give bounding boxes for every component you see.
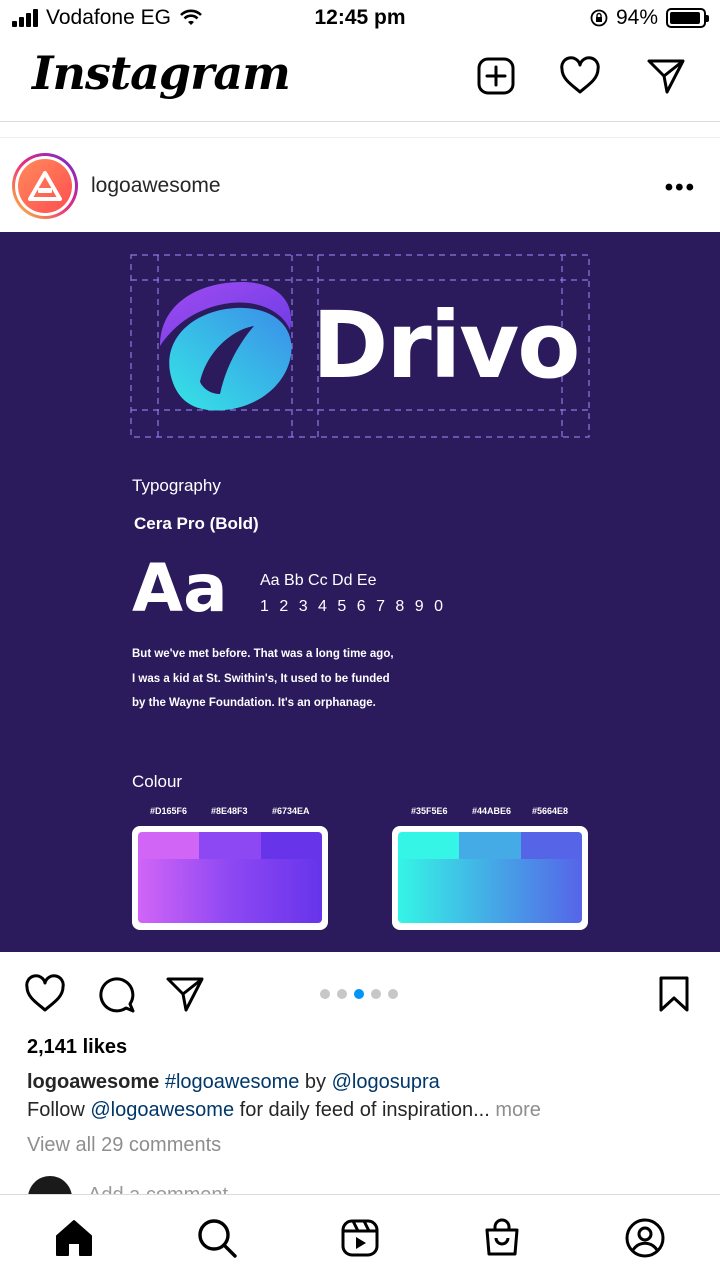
carousel-dot xyxy=(337,989,347,999)
colour-label: Colour xyxy=(132,772,183,791)
status-bar: Vodafone EG 12:45 pm 94% xyxy=(0,0,720,38)
likes-count[interactable]: 2,141 likes xyxy=(27,1036,127,1059)
like-icon[interactable] xyxy=(23,972,67,1016)
account-logo-icon xyxy=(28,171,62,201)
sample-line: But we've met before. That was a long ti… xyxy=(132,648,394,660)
caption-more-link[interactable]: more xyxy=(495,1099,541,1121)
instagram-logo[interactable]: Instagram xyxy=(32,46,291,100)
battery-group: 94% xyxy=(590,6,709,30)
caption-follow-prefix: Follow xyxy=(27,1099,85,1121)
app-header: Instagram xyxy=(0,38,720,122)
carousel-indicator xyxy=(320,989,398,999)
new-post-icon[interactable] xyxy=(474,54,518,98)
caption-credit[interactable]: @logosupra xyxy=(332,1071,440,1093)
palette-card-purple xyxy=(132,826,328,930)
profile-icon[interactable] xyxy=(622,1215,668,1261)
caption-line-1: logoawesome #logoawesome by @logosupra xyxy=(27,1071,440,1094)
caption-hashtag[interactable]: #logoawesome xyxy=(165,1071,300,1093)
battery-icon xyxy=(666,8,709,28)
heart-icon[interactable] xyxy=(558,54,602,98)
add-comment-input[interactable]: Add a comment... xyxy=(88,1184,245,1194)
swatch-code: #8E48F3 xyxy=(211,806,248,816)
bookmark-icon[interactable] xyxy=(652,972,696,1016)
post-username[interactable]: logoawesome xyxy=(91,174,221,198)
drivo-logo-icon xyxy=(160,282,292,411)
direct-message-icon[interactable] xyxy=(644,54,688,98)
bottom-nav xyxy=(0,1194,720,1280)
swatch-code: #35F5E6 xyxy=(411,806,448,816)
sample-paragraph: But we've met before. That was a long ti… xyxy=(132,642,432,716)
current-user-avatar xyxy=(28,1176,72,1194)
comment-icon[interactable] xyxy=(94,972,138,1016)
swatch-code: #44ABE6 xyxy=(472,806,512,816)
add-comment-row: Add a comment... xyxy=(0,1172,720,1194)
battery-percent: 94% xyxy=(615,6,658,29)
rotation-lock-icon xyxy=(590,9,608,27)
caption-mention[interactable]: @logoawesome xyxy=(90,1099,234,1121)
reels-icon[interactable] xyxy=(337,1215,383,1261)
sample-line: by the Wayne Foundation. It's an orphana… xyxy=(132,697,376,709)
caption-follow-suffix: for daily feed of inspiration... xyxy=(234,1099,490,1121)
sample-line: I was a kid at St. Swithin's, It used to… xyxy=(132,672,390,685)
carousel-dot-active xyxy=(354,989,364,999)
more-options-icon[interactable]: ••• xyxy=(665,174,696,202)
caption-username[interactable]: logoawesome xyxy=(27,1071,159,1093)
swatch-code: #D165F6 xyxy=(150,806,188,816)
post-header: logoawesome ••• xyxy=(0,138,720,232)
post-actions xyxy=(0,960,720,1028)
carousel-dot xyxy=(320,989,330,999)
typography-label: Typography xyxy=(132,476,221,495)
caption-by: by xyxy=(304,1071,327,1093)
shop-icon[interactable] xyxy=(479,1215,525,1261)
alphabet-sample: Aa Bb Cc Dd Ee xyxy=(260,572,377,589)
swatch-code: #6734EA xyxy=(272,806,310,816)
home-icon[interactable] xyxy=(51,1215,97,1261)
sample-glyph: Aa xyxy=(132,550,228,627)
font-name: Cera Pro (Bold) xyxy=(134,514,259,533)
search-icon[interactable] xyxy=(194,1215,240,1261)
caption-line-2: Follow @logoawesome for daily feed of in… xyxy=(27,1099,541,1122)
digits-sample: 1 2 3 4 5 6 7 8 9 0 xyxy=(260,598,446,615)
view-comments-link[interactable]: View all 29 comments xyxy=(27,1134,221,1157)
swatch-code: #5664E8 xyxy=(532,806,569,816)
post-image[interactable]: Drivo Typography Cera Pro (Bold) Aa Aa B… xyxy=(0,232,720,952)
carousel-dot xyxy=(371,989,381,999)
brand-name: Drivo xyxy=(312,292,580,399)
palette-card-cyan xyxy=(392,826,588,930)
share-icon[interactable] xyxy=(163,972,207,1016)
avatar[interactable] xyxy=(12,153,78,219)
carousel-dot xyxy=(388,989,398,999)
